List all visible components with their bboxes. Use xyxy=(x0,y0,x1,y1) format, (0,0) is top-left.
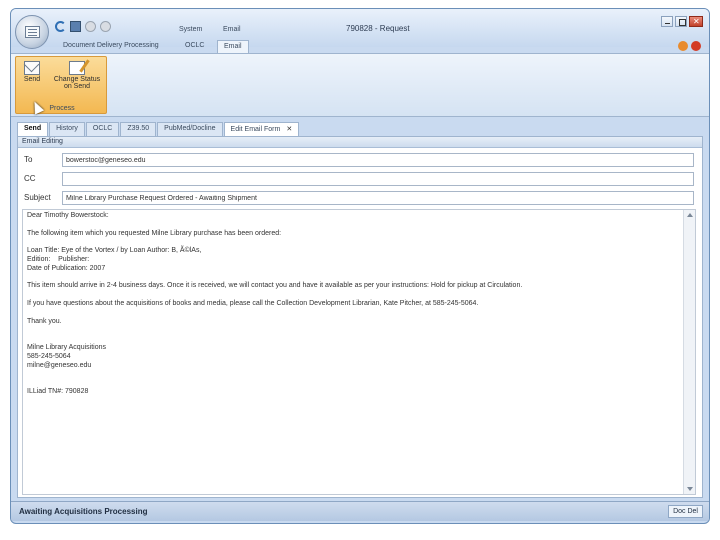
save-icon[interactable] xyxy=(70,21,81,32)
subject-field[interactable] xyxy=(62,191,694,205)
scrollbar[interactable] xyxy=(683,210,695,494)
body-line: Edition: Publisher: xyxy=(27,255,90,263)
send-button[interactable]: Send xyxy=(18,59,46,103)
body-line xyxy=(27,221,677,230)
close-icon[interactable] xyxy=(689,16,703,27)
doc-del-button[interactable]: Doc Del xyxy=(668,505,703,518)
body-line: Thank you. xyxy=(27,317,62,325)
body-line: Date of Publication: 2007 xyxy=(27,264,106,272)
email-body-text: Dear Timothy Bowerstock: The following i… xyxy=(27,212,677,397)
change-status-button[interactable]: Change Status on Send xyxy=(50,59,104,103)
tab-edit-email-form-label: Edit Email Form xyxy=(230,126,281,133)
tab-z3950[interactable]: Z39.50 xyxy=(120,122,157,136)
cc-field[interactable] xyxy=(62,172,694,186)
email-body[interactable]: Dear Timothy Bowerstock: The following i… xyxy=(22,209,696,495)
tab-oclc[interactable]: OCLC xyxy=(179,40,210,53)
scroll-up-icon[interactable] xyxy=(687,213,693,217)
email-panel: Email Editing To CC Subject Dear Timothy… xyxy=(17,136,703,498)
window-controls xyxy=(661,16,703,27)
refresh-icon[interactable] xyxy=(55,21,66,32)
body-line: Loan Title: Eye of the Vortex / by Loan … xyxy=(27,247,202,255)
send-button-label: Send xyxy=(23,76,41,83)
circle-icon[interactable] xyxy=(85,21,96,32)
minimize-icon[interactable] xyxy=(661,16,673,27)
body-line xyxy=(27,238,677,247)
subject-label: Subject xyxy=(24,193,51,202)
to-label: To xyxy=(24,155,33,164)
exit-icon[interactable] xyxy=(691,41,701,51)
section-header: Email Editing xyxy=(18,137,702,148)
tab-pubmed-docline[interactable]: PubMed/Docline xyxy=(157,122,223,136)
tab-document-delivery-processing[interactable]: Document Delivery Processing xyxy=(57,40,165,53)
document-tabs: Send History OCLC Z39.50 PubMed/Docline … xyxy=(17,122,300,136)
body-line xyxy=(27,335,677,344)
group-label: Process xyxy=(49,105,75,112)
context-tab-email: Email xyxy=(223,26,241,33)
slide-frame: System Email 790828 - Request Document D… xyxy=(0,0,720,540)
application-window: System Email 790828 - Request Document D… xyxy=(10,8,710,524)
body-line: Milne Library Acquisitions xyxy=(27,343,106,351)
ribbon: Send Change Status on Send Process xyxy=(11,53,709,117)
process-group: Send Change Status on Send Process xyxy=(15,56,107,114)
body-line xyxy=(27,379,677,388)
tab-history[interactable]: History xyxy=(49,122,85,136)
tab-oclc-doc[interactable]: OCLC xyxy=(85,122,120,136)
context-tab-system: System xyxy=(179,26,203,33)
to-field[interactable] xyxy=(62,153,694,167)
body-line xyxy=(27,274,677,283)
window-title: 790828 - Request xyxy=(346,24,410,33)
body-line xyxy=(27,326,677,335)
orb-icon xyxy=(25,26,40,38)
envelope-icon xyxy=(24,61,40,75)
body-line: milne@geneseo.edu xyxy=(27,361,92,369)
tab-email[interactable]: Email xyxy=(217,40,249,53)
body-line: This item should arrive in 2-4 business … xyxy=(27,282,523,290)
body-line: If you have questions about the acquisit… xyxy=(27,299,479,307)
to-row: To xyxy=(18,151,702,169)
status-text: Awaiting Acquisitions Processing xyxy=(19,507,148,516)
close-tab-icon[interactable]: ✕ xyxy=(286,126,292,133)
circle-icon[interactable] xyxy=(100,21,111,32)
edit-icon xyxy=(69,61,85,75)
tab-edit-email-form[interactable]: Edit Email Form ✕ xyxy=(223,122,300,136)
maximize-icon[interactable] xyxy=(675,16,687,27)
body-line: ILLiad TN#: 790828 xyxy=(27,387,89,395)
cc-row: CC xyxy=(18,170,702,188)
body-line xyxy=(27,291,677,300)
tab-send[interactable]: Send xyxy=(17,122,49,136)
body-line: 585-245-5064 xyxy=(27,352,71,360)
subject-row: Subject xyxy=(18,189,702,207)
body-line xyxy=(27,370,677,379)
help-icon[interactable] xyxy=(678,41,688,51)
change-status-label: Change Status on Send xyxy=(53,76,101,90)
ribbon-tab-bar: Document Delivery Processing OCLC Email xyxy=(11,39,709,53)
status-bar: Awaiting Acquisitions Processing Doc Del xyxy=(11,501,709,521)
body-line: The following item which you requested M… xyxy=(27,229,282,237)
quick-access-toolbar xyxy=(55,21,111,32)
help-controls xyxy=(678,41,701,51)
cc-label: CC xyxy=(24,174,36,183)
scroll-down-icon[interactable] xyxy=(687,487,693,491)
body-line: Dear Timothy Bowerstock: xyxy=(27,212,109,219)
body-line xyxy=(27,309,677,318)
